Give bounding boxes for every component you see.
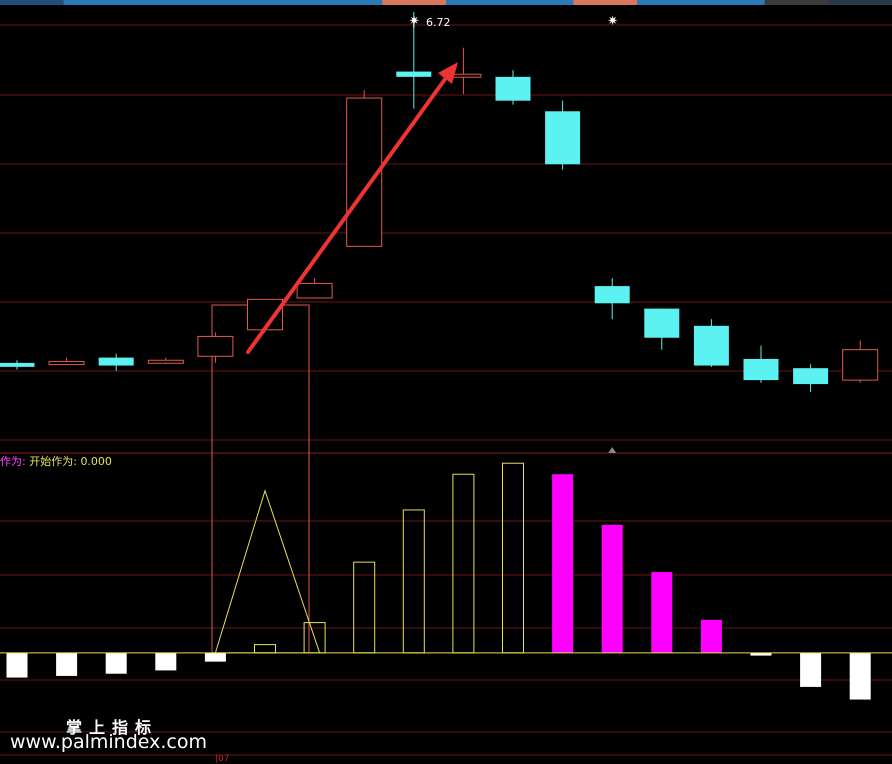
candle-body-8 <box>396 71 432 77</box>
indicator-bar-1 <box>56 652 78 676</box>
top-tab-12 <box>764 0 829 5</box>
top-tab-6 <box>382 0 447 5</box>
top-tab-9 <box>573 0 638 5</box>
top-tab-11 <box>700 0 766 5</box>
candle-body-12 <box>594 286 630 304</box>
indicator-bar-5 <box>254 644 276 654</box>
indicator-bar-12 <box>601 524 623 653</box>
indicator-bar-10 <box>502 462 524 654</box>
top-tab-3 <box>191 0 256 5</box>
candle-body-1 <box>48 361 85 366</box>
indicator-name: 开始作为: <box>29 455 77 468</box>
top-tab-1 <box>63 0 128 5</box>
candle-body-15 <box>743 358 779 381</box>
bottom-date-tick: |07 <box>215 754 230 764</box>
indicator-bar-9 <box>452 473 475 654</box>
candle-body-2 <box>98 357 134 366</box>
top-tab-10 <box>637 0 702 5</box>
indicator-value: 0.000 <box>80 455 112 468</box>
candle-body-3 <box>147 359 184 364</box>
candle-body-16 <box>793 368 829 385</box>
indicator-bar-8 <box>402 509 425 654</box>
candle-body-11 <box>545 111 581 165</box>
top-tab-7 <box>446 0 511 5</box>
candle-body-0 <box>0 362 35 367</box>
indicator-prefix: 作为: <box>0 455 26 468</box>
watermark-url: www.palmindex.com <box>10 731 208 753</box>
indicator-bar-11 <box>552 474 574 653</box>
indicator-bar-0 <box>6 652 28 678</box>
candle-body-10 <box>495 76 531 101</box>
indicator-bar-17 <box>849 652 871 700</box>
top-tab-5 <box>318 0 383 5</box>
high-price-label: 6.72 <box>426 16 451 29</box>
top-tab-2 <box>127 0 192 5</box>
selection-box <box>211 304 310 654</box>
indicator-bar-2 <box>105 652 127 674</box>
candle-body-13 <box>644 308 680 338</box>
candle-body-17 <box>842 349 879 381</box>
candle-body-6 <box>296 282 333 299</box>
top-tab-0 <box>0 0 65 5</box>
indicator-legend: 作为: 开始作为: 0.000 <box>0 453 112 469</box>
top-tab-8 <box>509 0 574 5</box>
marker-triangle <box>608 447 617 453</box>
candle-body-14 <box>693 325 729 366</box>
indicator-bar-13 <box>651 572 673 653</box>
next-star: ✷ <box>607 14 618 29</box>
annotation-arrow-head <box>438 62 458 84</box>
indicator-bar-16 <box>800 652 822 687</box>
top-tab-4 <box>254 0 320 5</box>
top-tab-13 <box>828 0 892 5</box>
indicator-bar-7 <box>353 561 376 654</box>
indicator-bar-4 <box>204 652 226 662</box>
kline-chart[interactable]: ✷✷ <box>0 0 892 764</box>
indicator-bar-3 <box>155 652 177 671</box>
candle-body-4 <box>197 335 234 357</box>
indicator-bar-14 <box>700 619 722 653</box>
